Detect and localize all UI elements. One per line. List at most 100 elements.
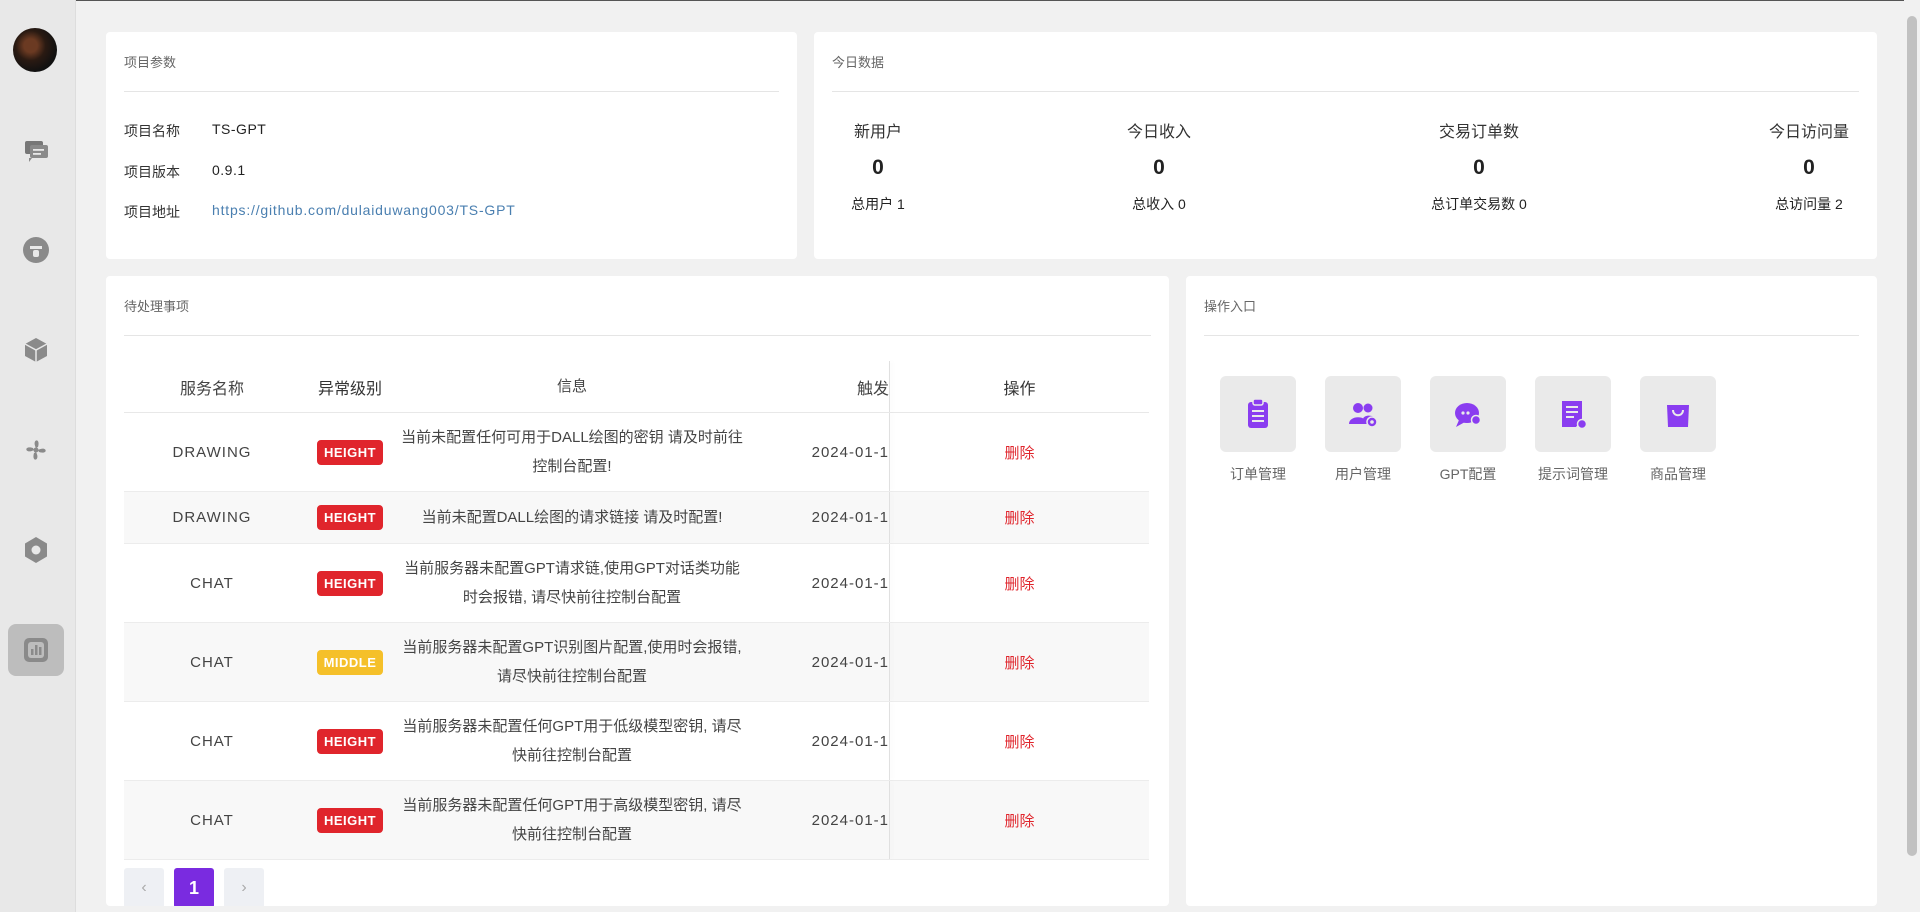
settings-icon[interactable] (8, 524, 64, 576)
delete-link[interactable]: 删除 (1004, 734, 1034, 751)
col-header: 服务名称 (179, 380, 244, 398)
cell-time: 2024-01-1 (811, 574, 889, 592)
col-header: 信息 (556, 378, 587, 395)
table-row: CHAT HEIGHT 当前服务器未配置任何GPT用于高级模型密钥, 请尽快前往… (124, 781, 1149, 860)
level-badge: HEIGHT (316, 505, 384, 530)
table-row: CHAT HEIGHT 当前服务器未配置GPT请求链,使用GPT对话类功能时会报… (124, 544, 1149, 623)
cell-message: 当前服务器未配置GPT识别图片配置,使用时会报错, 请尽快前往控制台配置 (402, 639, 742, 685)
card-title: 待处理事项 (124, 299, 190, 314)
project-url-link[interactable]: https://github.com/dulaiduwang003/TS-GPT (212, 202, 516, 222)
entry-order-management[interactable]: 订单管理 (1208, 376, 1308, 484)
cell-service: CHAT (190, 811, 234, 829)
cell-message: 当前未配置任何可用于DALL绘图的密钥 请及时前往控制台配置! (401, 429, 743, 475)
scrollbar[interactable] (1904, 0, 1920, 912)
stat-total: 总订单交易数 0 (1431, 196, 1527, 212)
table-row: DRAWING HEIGHT 当前未配置DALL绘图的请求链接 请及时配置! 2… (124, 492, 1149, 544)
cell-service: DRAWING (172, 443, 252, 461)
stat-label: 今日访问量 (1768, 124, 1849, 141)
level-badge: HEIGHT (316, 807, 384, 833)
cell-message: 当前未配置DALL绘图的请求链接 请及时配置! (421, 509, 723, 526)
delete-link[interactable]: 删除 (1004, 445, 1034, 462)
entry-user-management[interactable]: 用户管理 (1313, 376, 1413, 484)
robot-icon[interactable] (8, 224, 64, 276)
stat-today-income: 今日收入 0 总收入 0 (1099, 118, 1219, 214)
param-label: 项目名称 (124, 123, 180, 139)
cell-service: CHAT (190, 732, 234, 750)
cell-time: 2024-01-1 (811, 509, 889, 526)
entry-label: GPT配置 (1439, 466, 1497, 482)
cell-service: CHAT (190, 653, 234, 671)
shopping-bag-icon (1667, 405, 1689, 427)
param-row-url: 项目地址 https://github.com/dulaiduwang003/T… (124, 202, 516, 222)
stat-value: 0 (1803, 156, 1815, 179)
today-data-card: 今日数据 新用户 0 总用户 1 今日收入 0 总收入 0 交易订单数 0 总订… (814, 32, 1877, 259)
avatar[interactable] (13, 28, 57, 72)
level-badge: HEIGHT (316, 570, 384, 596)
delete-link[interactable]: 删除 (1004, 576, 1034, 593)
cell-message: 当前服务器未配置任何GPT用于高级模型密钥, 请尽快前往控制台配置 (402, 797, 742, 843)
window-top-border (76, 0, 1920, 1)
scrollbar-thumb[interactable] (1907, 16, 1917, 856)
chat-bubble-icon (1455, 403, 1482, 427)
divider (124, 91, 779, 92)
stat-orders: 交易订单数 0 总订单交易数 0 (1409, 118, 1549, 214)
entry-label: 订单管理 (1230, 466, 1286, 482)
cube-icon[interactable] (8, 324, 64, 376)
stat-value: 0 (872, 156, 884, 179)
table-header: 服务名称 异常级别 信息 触发 操作 (124, 361, 1149, 413)
cell-service: DRAWING (172, 509, 252, 526)
entry-label: 商品管理 (1650, 466, 1706, 482)
quick-entry-card: 操作入口 订单管理 用户管理 GPT配置 提示词管理 商品管理 (1186, 276, 1877, 906)
pagination: ‹ 1 › (124, 868, 264, 906)
next-page-button[interactable]: › (224, 868, 264, 906)
table-row: CHAT MIDDLE 当前服务器未配置GPT识别图片配置,使用时会报错, 请尽… (124, 623, 1149, 702)
param-row-name: 项目名称 TS-GPT (124, 121, 266, 141)
entry-gpt-config[interactable]: GPT配置 (1418, 376, 1518, 484)
param-value: 0.9.1 (212, 162, 246, 178)
card-title: 项目参数 (124, 55, 177, 70)
card-title: 今日数据 (832, 55, 885, 70)
delete-link[interactable]: 删除 (1004, 510, 1034, 527)
stat-value: 0 (1473, 156, 1485, 179)
divider (124, 335, 1151, 336)
stat-label: 今日收入 (1126, 124, 1191, 141)
pending-items-card: 待处理事项 服务名称 异常级别 信息 触发 操作 DRAWING HEIGHT … (106, 276, 1169, 906)
param-label: 项目版本 (124, 164, 180, 180)
dashboard-icon[interactable] (8, 624, 64, 676)
chat-icon[interactable] (8, 124, 64, 176)
param-value: TS-GPT (212, 121, 267, 137)
param-row-version: 项目版本 0.9.1 (124, 162, 246, 182)
pending-table: 服务名称 异常级别 信息 触发 操作 DRAWING HEIGHT 当前未配置任… (124, 361, 1149, 860)
fan-icon[interactable] (8, 424, 64, 476)
col-header: 异常级别 (317, 380, 382, 398)
stat-new-users: 新用户 0 总用户 1 (828, 118, 928, 214)
cell-time: 2024-01-1 (811, 732, 889, 750)
stat-value: 0 (1153, 156, 1165, 179)
stat-visits: 今日访问量 0 总访问量 2 (1759, 118, 1859, 214)
delete-link[interactable]: 删除 (1004, 813, 1034, 830)
delete-link[interactable]: 删除 (1004, 655, 1034, 672)
stat-total: 总用户 1 (851, 196, 905, 212)
entry-label: 用户管理 (1335, 466, 1391, 482)
cell-time: 2024-01-1 (811, 811, 889, 829)
clipboard-icon (1248, 398, 1268, 428)
param-label: 项目地址 (124, 204, 180, 220)
col-header: 操作 (1003, 380, 1036, 398)
entry-prompt-management[interactable]: 提示词管理 (1523, 376, 1623, 484)
entry-product-management[interactable]: 商品管理 (1628, 376, 1728, 484)
project-params-card: 项目参数 项目名称 TS-GPT 项目版本 0.9.1 项目地址 https:/… (106, 32, 797, 259)
users-icon (1349, 403, 1378, 428)
stat-total: 总访问量 2 (1775, 196, 1843, 212)
cell-service: CHAT (190, 574, 234, 592)
page-button-current[interactable]: 1 (174, 868, 214, 906)
prompt-doc-icon (1562, 401, 1588, 430)
cell-message: 当前服务器未配置GPT请求链,使用GPT对话类功能时会报错, 请尽快前往控制台配… (404, 560, 740, 606)
cell-time: 2024-01-1 (811, 443, 889, 461)
level-badge: HEIGHT (316, 439, 384, 465)
divider (1204, 335, 1859, 336)
stat-label: 交易订单数 (1438, 124, 1519, 141)
prev-page-button[interactable]: ‹ (124, 868, 164, 906)
level-badge: HEIGHT (316, 728, 384, 754)
table-row: CHAT HEIGHT 当前服务器未配置任何GPT用于低级模型密钥, 请尽快前往… (124, 702, 1149, 781)
cell-time: 2024-01-1 (811, 653, 889, 671)
